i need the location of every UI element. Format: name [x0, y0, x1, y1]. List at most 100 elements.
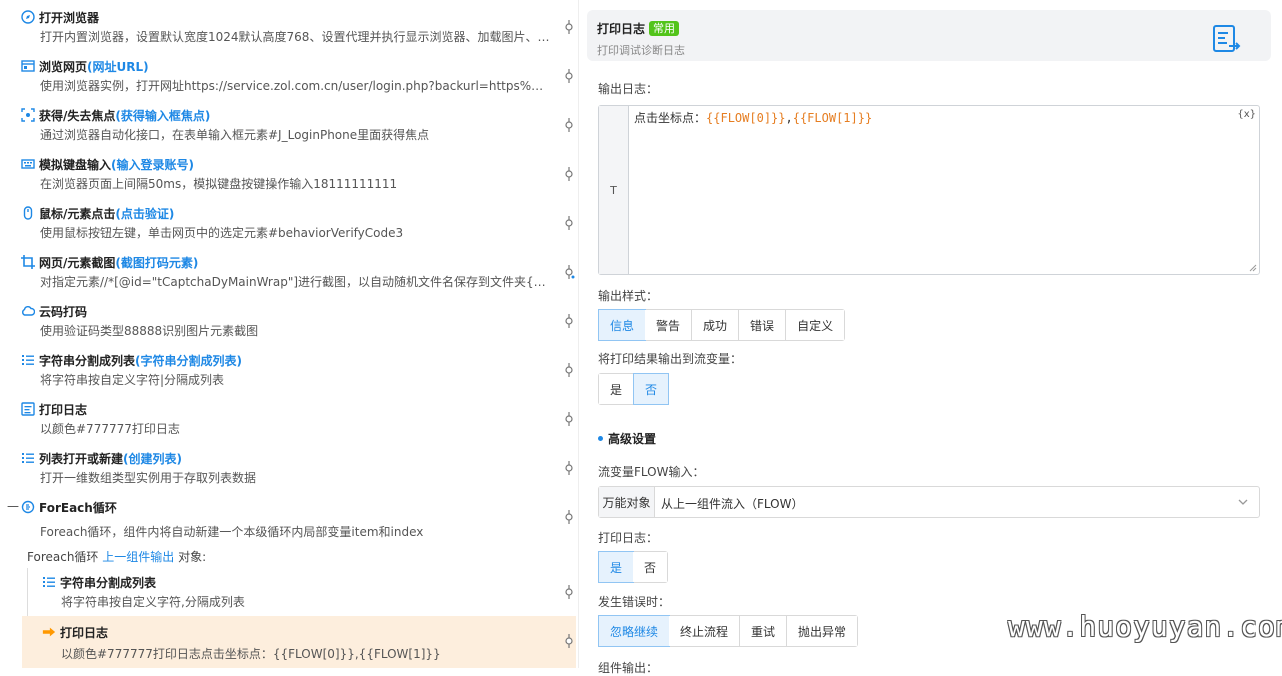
nested-step-print-log-active[interactable]: 打印日志 以颜色#777777打印日志点击坐标点：{{FLOW[0]}},{{F…: [22, 616, 576, 668]
on-error-terminate[interactable]: 终止流程: [669, 616, 741, 646]
step-desc: 将字符串按自定义字符|分隔成列表: [40, 373, 225, 387]
flow-type-prefix: 万能对象: [599, 487, 655, 517]
loop-icon: [21, 500, 35, 514]
drag-handle[interactable]: [563, 585, 575, 599]
step-alias: (获得输入框焦点): [115, 108, 211, 123]
to-flow-var-label: 将打印结果输出到流变量：: [598, 352, 743, 366]
style-option-warning[interactable]: 警告: [645, 310, 693, 340]
list-icon: [42, 575, 56, 589]
step-keyboard-input[interactable]: 模拟键盘输入 (输入登录账号) 在浏览器页面上间隔50ms，模拟键盘按键操作输入…: [0, 154, 576, 196]
on-error-selector: 忽略继续 终止流程 重试 抛出异常: [598, 615, 859, 647]
browser-window-icon: [21, 59, 35, 73]
flow-input-select[interactable]: 万能对象 从上一组件流入（FLOW）: [598, 486, 1260, 518]
step-list-open-create[interactable]: 列表打开或新建 (创建列表) 打开一维数组类型实例用于存取列表数据: [0, 448, 576, 490]
step-title: 打印日志: [39, 402, 88, 417]
step-title: 打开浏览器: [39, 10, 100, 25]
log-separator: ,: [785, 111, 793, 125]
properties-panel: 打印日志 常用 打印调试诊断日志 输出日志： T 点击坐标点：{{FLOW[0]…: [587, 0, 1271, 675]
drag-handle[interactable]: [563, 118, 575, 132]
step-title-row: ForEach循环: [21, 497, 117, 517]
component-title-row: 打印日志 常用: [597, 20, 680, 37]
mouse-icon: [21, 206, 35, 220]
style-option-error[interactable]: 错误: [739, 310, 787, 340]
step-browse-page[interactable]: 浏览网页 (网址URL) 使用浏览器实例，打开网址https://service…: [0, 56, 576, 98]
style-option-info[interactable]: 信息: [598, 309, 647, 341]
drag-handle[interactable]: [563, 412, 575, 426]
step-title: 浏览网页: [39, 59, 88, 74]
drag-handle[interactable]: [563, 363, 575, 377]
step-desc: 将字符串按自定义字符,分隔成列表: [61, 595, 245, 609]
step-alias: (网址URL): [87, 59, 149, 74]
flow-input-value: 从上一组件流入（FLOW）: [661, 497, 804, 511]
step-focus[interactable]: 获得/失去焦点 (获得输入框焦点) 通过浏览器自动化接口，在表单输入框元素#J_…: [0, 105, 576, 147]
crop-icon: [21, 255, 35, 269]
step-split-string[interactable]: 字符串分割成列表 (字符串分割成列表) 将字符串按自定义字符|分隔成列表: [0, 350, 576, 392]
component-title: 打印日志: [597, 22, 646, 36]
advanced-settings-label: 高级设置: [608, 432, 657, 446]
flow-input-label: 流变量FLOW输入：: [598, 465, 705, 479]
step-desc: 打开一维数组类型实例用于存取列表数据: [40, 471, 257, 485]
step-print-log[interactable]: 打印日志 以颜色#777777打印日志: [0, 399, 576, 441]
site-watermark: www.huoyuyan.com: [1008, 610, 1282, 643]
focus-icon: [21, 108, 35, 122]
common-badge: 常用: [649, 21, 680, 36]
drag-handle[interactable]: [563, 20, 575, 34]
drag-handle[interactable]: [563, 265, 575, 279]
step-mouse-click[interactable]: 鼠标/元素点击 (点击验证) 使用鼠标按钮左键，单击网页中的选定元素#behav…: [0, 203, 576, 245]
on-error-label: 发生错误时：: [598, 595, 671, 609]
print-log-yes[interactable]: 是: [598, 551, 635, 583]
advanced-settings-heading[interactable]: 高级设置: [598, 430, 656, 447]
step-title-row: 模拟键盘输入 (输入登录账号): [21, 154, 194, 174]
list-icon: [21, 451, 35, 465]
component-subtitle: 打印调试诊断日志: [597, 44, 685, 57]
log-variable: {{FLOW[1]}}: [792, 111, 873, 125]
drag-handle[interactable]: [563, 69, 575, 83]
drag-handle[interactable]: [563, 167, 575, 181]
compass-icon: [21, 10, 35, 24]
log-text: 点击坐标点：: [634, 111, 707, 125]
style-option-success[interactable]: 成功: [692, 310, 740, 340]
drag-handle[interactable]: [563, 216, 575, 230]
step-title-row: 列表打开或新建 (创建列表): [21, 448, 182, 468]
step-foreach-loop[interactable]: ForEach循环 Foreach循环，组件内将自动新建一个本级循环内局部变量i…: [0, 497, 576, 542]
step-title: 获得/失去焦点: [39, 108, 116, 123]
on-error-retry[interactable]: 重试: [740, 616, 788, 646]
style-option-custom[interactable]: 自定义: [786, 310, 845, 340]
panel-divider[interactable]: [578, 0, 579, 668]
step-title-row: 打印日志: [42, 622, 108, 642]
resize-handle-icon[interactable]: [1249, 264, 1257, 272]
text-type-toggle[interactable]: T: [599, 106, 629, 274]
foreach-source-link[interactable]: 上一组件输出: [102, 550, 174, 564]
step-title: 云码打码: [39, 304, 88, 319]
step-desc: 使用鼠标按钮左键，单击网页中的选定元素#behaviorVerifyCode3: [40, 226, 404, 240]
log-content[interactable]: 点击坐标点：{{FLOW[0]}},{{FLOW[1]}}: [634, 109, 872, 126]
drag-handle[interactable]: [563, 461, 575, 475]
step-desc: 打开内置浏览器，设置默认宽度1024默认高度768、设置代理并执行显示浏览器、加…: [40, 30, 550, 44]
insert-variable-button[interactable]: {x}: [1237, 109, 1256, 120]
step-open-browser[interactable]: 打开浏览器 打开内置浏览器，设置默认宽度1024默认高度768、设置代理并执行显…: [0, 7, 576, 49]
on-error-ignore[interactable]: 忽略继续: [598, 615, 671, 647]
step-desc: 通过浏览器自动化接口，在表单输入框元素#J_LoginPhone里面获得焦点: [40, 128, 430, 142]
foreach-target-line: Foreach循环 上一组件输出 对象:: [27, 548, 206, 565]
step-cloud-captcha[interactable]: 云码打码 使用验证码类型88888识别图片元素截图: [0, 301, 576, 343]
step-title: 鼠标/元素点击: [39, 206, 116, 221]
drag-handle[interactable]: [563, 314, 575, 328]
chevron-down-icon: [1238, 499, 1248, 505]
log-variable: {{FLOW[0]}}: [706, 111, 786, 125]
bullet-dot: [598, 436, 603, 441]
print-log-icon: [21, 402, 35, 416]
drag-handle[interactable]: [563, 510, 575, 524]
on-error-throw[interactable]: 抛出异常: [787, 616, 858, 646]
step-title: 字符串分割成列表: [60, 575, 157, 590]
drag-handle[interactable]: [563, 634, 575, 648]
step-title: 网页/元素截图: [39, 255, 116, 270]
output-log-editor[interactable]: T 点击坐标点：{{FLOW[0]}},{{FLOW[1]}} {x}: [598, 105, 1260, 275]
step-alias: (字符串分割成列表): [135, 353, 242, 368]
step-screenshot[interactable]: 网页/元素截图 (截图打码元素) 对指定元素//*[@id="tCaptchaD…: [0, 252, 576, 294]
step-desc: Foreach循环，组件内将自动新建一个本级循环内局部变量item和index: [40, 525, 424, 539]
to-flow-var-no[interactable]: 否: [633, 373, 670, 405]
to-flow-var-yes[interactable]: 是: [599, 374, 635, 404]
print-log-no[interactable]: 否: [633, 552, 668, 582]
step-alias: (截图打码元素): [115, 255, 199, 270]
nested-step-split-string[interactable]: 字符串分割成列表 将字符串按自定义字符,分隔成列表: [0, 572, 576, 614]
